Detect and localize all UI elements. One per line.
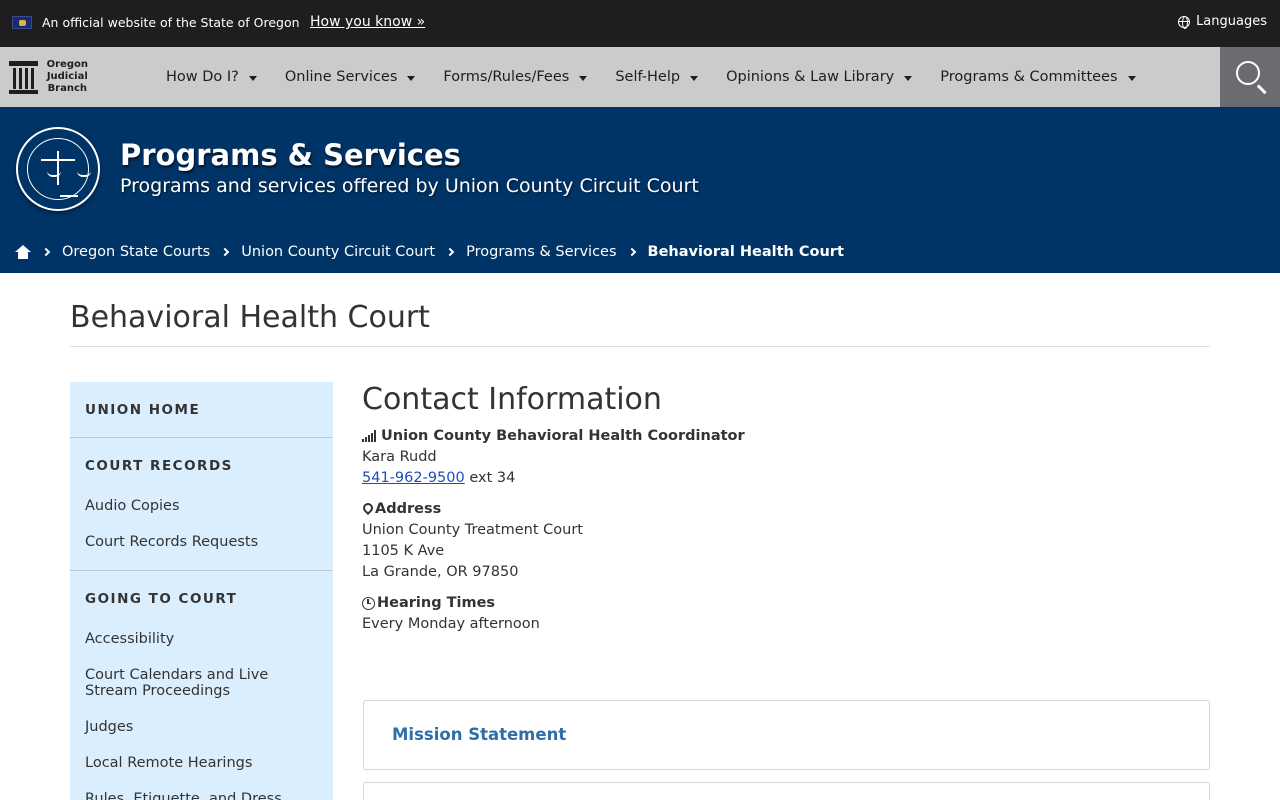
sidebar-item-rules-etiquette-dress-code[interactable]: Rules, Etiquette, and Dress Code <box>70 791 333 800</box>
nav-item-how-do-i[interactable]: How Do I? <box>166 69 257 85</box>
oregon-flag-icon <box>12 16 32 29</box>
caret-down-icon <box>690 75 699 81</box>
hearing-times-label: Hearing Times <box>362 595 495 611</box>
address-line: La Grande, OR 97850 <box>362 564 519 580</box>
search-button[interactable] <box>1220 47 1280 107</box>
phone-extension: ext 34 <box>469 470 516 486</box>
section-title: Programs & Services <box>120 138 461 172</box>
chevron-right-icon <box>220 247 230 257</box>
sidebar-item-court-records-requests[interactable]: Court Records Requests <box>70 534 268 550</box>
home-icon[interactable] <box>15 245 31 259</box>
sidebar-item-audio-copies[interactable]: Audio Copies <box>70 498 190 514</box>
mission-statement-card[interactable]: Mission Statement <box>363 700 1210 770</box>
breadcrumb-current: Behavioral Health Court <box>647 244 844 260</box>
address-line: 1105 K Ave <box>362 543 445 559</box>
hearing-times-text: Every Monday afternoon <box>362 616 540 632</box>
caret-down-icon <box>904 75 913 81</box>
nav-menu: How Do I? Online Services Forms/Rules/Fe… <box>166 47 1164 107</box>
contact-information-heading: Contact Information <box>362 382 662 417</box>
logo-text: Oregon Judicial Branch <box>46 59 88 94</box>
coordinator-phone: 541-962-9500 ext 34 <box>362 470 515 486</box>
sidebar-divider <box>70 437 333 438</box>
judicial-department-seal-icon <box>16 127 100 211</box>
section-subtitle: Programs and services offered by Union C… <box>120 175 699 197</box>
sidebar-heading-going-to-court: GOING TO COURT <box>85 591 238 607</box>
chevron-right-icon <box>627 247 636 257</box>
address-line: Union County Treatment Court <box>362 522 583 538</box>
chevron-right-icon <box>445 247 455 257</box>
oregon-judicial-branch-logo[interactable]: Oregon Judicial Branch <box>9 59 89 95</box>
map-marker-icon <box>360 500 376 516</box>
nav-item-opinions-law-library[interactable]: Opinions & Law Library <box>726 69 913 85</box>
caret-down-icon <box>579 75 588 81</box>
caret-down-icon <box>407 75 416 81</box>
sidebar-heading-court-records: COURT RECORDS <box>85 458 233 474</box>
clock-icon <box>362 596 375 610</box>
breadcrumb: Oregon State Courts Union County Circuit… <box>15 243 844 261</box>
phone-link[interactable]: 541-962-9500 <box>362 470 465 486</box>
sidebar: UNION HOME COURT RECORDS Audio Copies Co… <box>70 382 333 800</box>
breadcrumb-union-county-circuit-court[interactable]: Union County Circuit Court <box>241 244 435 260</box>
coordinator-label: Union County Behavioral Health Coordinat… <box>362 428 745 444</box>
caret-down-icon <box>248 75 257 81</box>
courthouse-pillar-icon <box>9 60 38 94</box>
sidebar-item-local-remote-hearings[interactable]: Local Remote Hearings <box>70 755 262 771</box>
caret-down-icon <box>1127 75 1136 81</box>
how-you-know-link[interactable]: How you know » <box>310 14 425 30</box>
nav-item-forms-rules-fees[interactable]: Forms/Rules/Fees <box>443 69 588 85</box>
globe-icon <box>1178 15 1191 29</box>
accordion-card[interactable] <box>363 782 1210 800</box>
nav-item-online-services[interactable]: Online Services <box>285 69 416 85</box>
sidebar-union-home[interactable]: UNION HOME <box>70 402 200 418</box>
search-icon <box>1236 61 1260 85</box>
breadcrumb-programs-services[interactable]: Programs & Services <box>466 244 616 260</box>
languages-button[interactable]: Languages <box>1178 14 1267 29</box>
official-website-text: An official website of the State of Oreg… <box>42 15 300 30</box>
languages-label: Languages <box>1196 14 1267 29</box>
nav-item-programs-committees[interactable]: Programs & Committees <box>940 69 1136 85</box>
main-navigation: Oregon Judicial Branch How Do I? Online … <box>0 47 1280 107</box>
sidebar-divider <box>70 570 333 571</box>
address-label: Address <box>360 500 441 517</box>
signal-bars-icon <box>362 430 380 442</box>
nav-item-self-help[interactable]: Self-Help <box>615 69 699 85</box>
sidebar-item-accessibility[interactable]: Accessibility <box>70 631 184 647</box>
official-banner: An official website of the State of Oreg… <box>0 0 1280 47</box>
title-divider <box>70 346 1210 347</box>
mission-statement-title[interactable]: Mission Statement <box>392 725 566 744</box>
page-title: Behavioral Health Court <box>70 300 430 335</box>
page-header: Programs & Services Programs and service… <box>0 107 1280 273</box>
chevron-right-icon <box>41 247 51 257</box>
sidebar-item-judges[interactable]: Judges <box>70 719 143 735</box>
coordinator-name: Kara Rudd <box>362 449 437 465</box>
sidebar-item-court-calendars[interactable]: Court Calendars and Live Stream Proceedi… <box>70 667 333 699</box>
breadcrumb-oregon-state-courts[interactable]: Oregon State Courts <box>62 244 210 260</box>
